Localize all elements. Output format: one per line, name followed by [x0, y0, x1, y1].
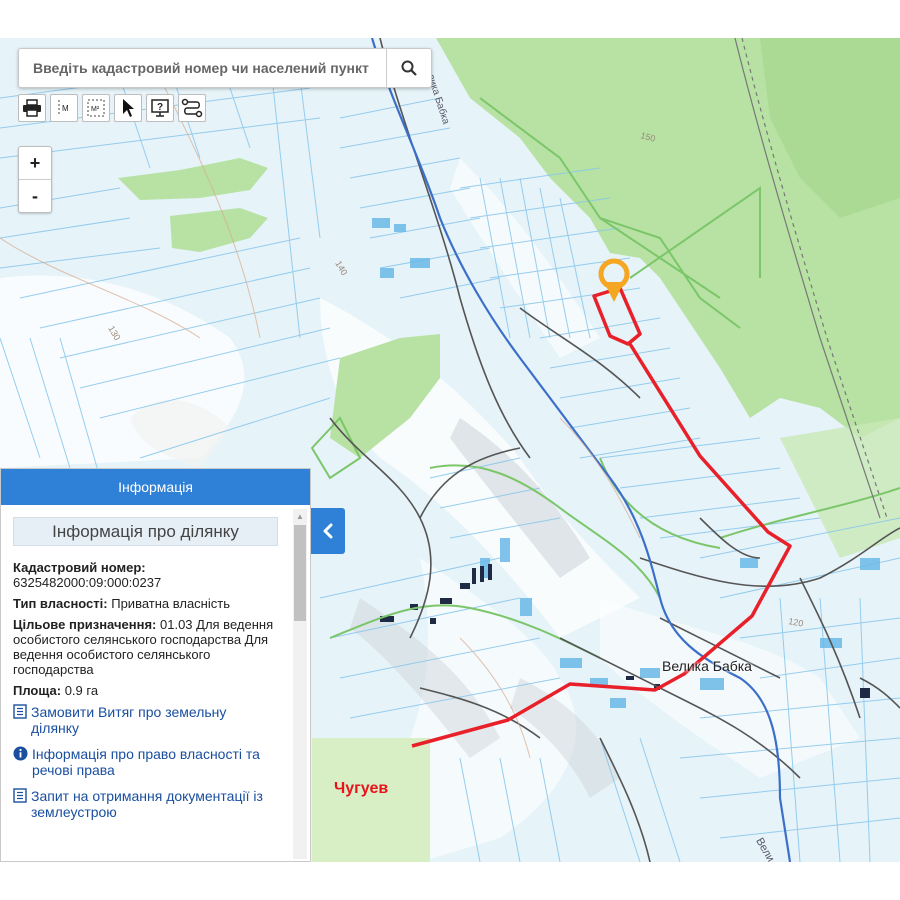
info-panel-header: Інформація — [1, 469, 310, 505]
measure-distance-button[interactable]: M — [50, 94, 78, 122]
route-button[interactable] — [178, 94, 206, 122]
measure-area-label: M² — [91, 106, 100, 113]
search-bar — [18, 48, 432, 88]
print-icon — [23, 99, 41, 117]
print-button[interactable] — [18, 94, 46, 122]
ownership-label: Тип власності: — [13, 596, 108, 611]
forest-chuguev — [312, 738, 430, 862]
purpose-row: Цільове призначення: 01.03 Для ведення о… — [13, 617, 278, 677]
scroll-thumb[interactable] — [294, 525, 306, 621]
purpose-label: Цільове призначення: — [13, 617, 157, 632]
area-value: 0.9 га — [64, 683, 99, 698]
cadastral-row: Кадастровий номер: 6325482000:09:000:023… — [13, 560, 278, 590]
area-label: Площа: — [13, 683, 62, 698]
map-frame: 150 140 130 120 Велика Бабка Вели Велика… — [0, 38, 900, 862]
zoom-in-button[interactable]: + — [19, 147, 51, 179]
ownership-info-label: Інформація про право власності та речові… — [32, 746, 260, 778]
ownership-row: Тип власності: Приватна власність — [13, 596, 278, 611]
svg-text:?: ? — [157, 102, 163, 113]
city-label: Чугуев — [334, 780, 389, 797]
route-icon — [181, 98, 203, 118]
panel-scrollbar[interactable]: ▲ — [293, 509, 307, 859]
info-icon — [13, 746, 28, 761]
order-extract-label: Замовити Витяг про земельну ділянку — [31, 704, 227, 736]
pointer-button[interactable] — [114, 94, 142, 122]
order-extract-link[interactable]: Замовити Витяг про земельну ділянку — [13, 704, 278, 736]
measure-distance-icon: M — [58, 100, 69, 116]
info-panel: Інформація Інформація про ділянку Кадаст… — [0, 468, 311, 862]
measure-area-icon: M² — [87, 99, 105, 117]
info-panel-body: Інформація про ділянку Кадастровий номер… — [1, 505, 288, 861]
area-row: Площа: 0.9 га — [13, 683, 278, 698]
village-label: Велика Бабка — [662, 658, 752, 674]
measure-line-label: M — [62, 104, 69, 113]
cadastral-value: 6325482000:09:000:0237 — [13, 575, 162, 590]
measure-area-button[interactable]: M² — [82, 94, 110, 122]
search-button[interactable] — [386, 49, 431, 87]
identify-button[interactable]: ? — [146, 94, 174, 122]
collapse-panel-button[interactable] — [311, 508, 345, 554]
pointer-icon — [123, 99, 134, 117]
map-toolbar: M M² ? — [18, 94, 206, 122]
documentation-request-link[interactable]: Запит на отримання документації із земле… — [13, 788, 278, 820]
document-icon — [13, 788, 27, 803]
info-identify-icon: ? — [151, 99, 169, 117]
scroll-up-arrow-icon[interactable]: ▲ — [293, 509, 307, 523]
cadastral-label: Кадастровий номер: — [13, 560, 146, 575]
documentation-request-label: Запит на отримання документації із земле… — [31, 788, 263, 820]
chevron-left-icon — [323, 523, 333, 539]
parcel-info-title: Інформація про ділянку — [13, 517, 278, 546]
zoom-out-button[interactable]: - — [19, 179, 51, 212]
zoom-control: + - — [18, 146, 52, 213]
ownership-value: Приватна власність — [111, 596, 230, 611]
document-icon — [13, 704, 27, 719]
search-icon — [401, 60, 417, 76]
search-input[interactable] — [19, 49, 386, 87]
ownership-info-link[interactable]: Інформація про право власності та речові… — [13, 746, 278, 778]
